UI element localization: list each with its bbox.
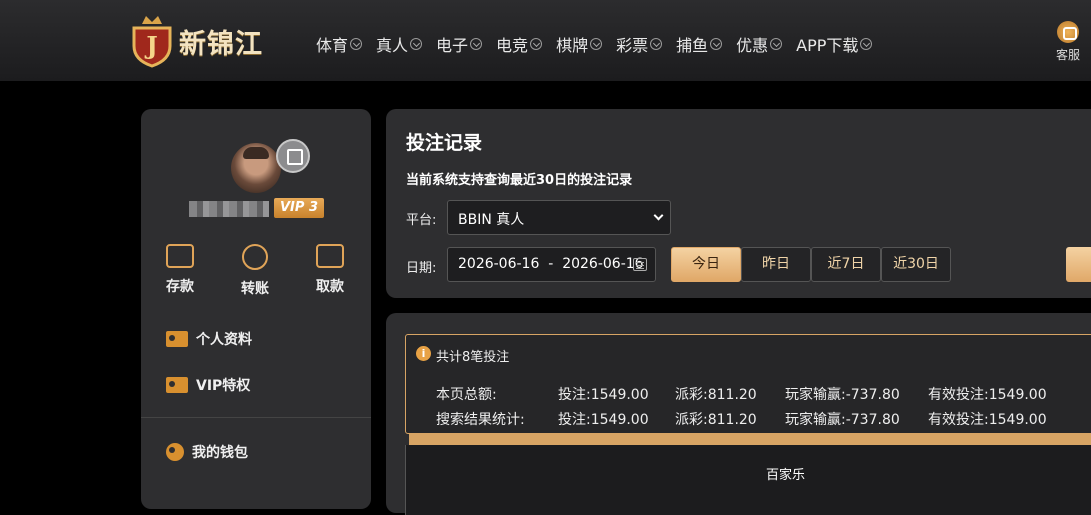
sidebar-item-label: VIP特权: [196, 378, 251, 394]
summary-row-label: 搜索结果统计:: [436, 412, 525, 428]
calendar-icon: [633, 258, 647, 271]
date-range-input[interactable]: 2026-06-16 - 2026-06-16: [447, 247, 656, 282]
summary-valid-bet: 有效投注:1549.00: [928, 412, 1047, 428]
nav-item-esports[interactable]: 电竞: [496, 32, 543, 56]
username-blurred: [189, 201, 269, 217]
chat-icon: [1057, 21, 1079, 43]
withdraw-button[interactable]: 取款: [305, 244, 355, 296]
quick-action-label: 取款: [316, 279, 344, 295]
table-header-game: 百家乐: [766, 468, 806, 483]
summary-payout: 派彩:811.20: [675, 387, 757, 403]
chevron-down-icon: [653, 210, 664, 221]
nav-item-fishing[interactable]: 捕鱼: [676, 32, 723, 56]
sidebar-item-wallet[interactable]: 我的钱包: [166, 442, 248, 462]
account-sidebar: VIP 3 存款 转账 取款 个人资料 VIP特权 我的钱包: [141, 109, 371, 509]
transfer-button[interactable]: 转账: [230, 244, 280, 298]
wallet-icon: [166, 244, 194, 268]
crown-shield-logo-icon: J: [132, 16, 172, 68]
chevron-down-icon: [530, 38, 543, 50]
summary-box: i 共计8笔投注 本页总额: 投注:1549.00 派彩:811.20 玩家输赢…: [405, 334, 1091, 434]
site-logo[interactable]: J 新锦江: [128, 13, 263, 69]
chevron-down-icon: [710, 38, 723, 50]
sidebar-item-profile[interactable]: 个人资料: [166, 329, 252, 349]
quick-action-label: 存款: [166, 279, 194, 295]
bet-results-panel: i 共计8笔投注 本页总额: 投注:1549.00 派彩:811.20 玩家输赢…: [386, 313, 1091, 515]
nav-item-sports[interactable]: 体育: [316, 32, 363, 56]
chevron-down-icon: [770, 38, 783, 50]
info-icon: i: [416, 346, 431, 361]
platform-select[interactable]: BBIN 真人: [447, 200, 671, 235]
main-nav: 体育 真人 电子 电竞 棋牌 彩票 捕鱼 优惠 APP下载: [316, 32, 886, 56]
summary-payout: 派彩:811.20: [675, 412, 757, 428]
nav-label: APP下载: [796, 36, 859, 55]
results-table: 百家乐: [405, 445, 1091, 515]
nav-label: 真人: [376, 36, 409, 55]
customer-service-button[interactable]: 客服: [1052, 21, 1084, 63]
nav-label: 彩票: [616, 36, 649, 55]
vip-badge[interactable]: VIP 3: [274, 198, 324, 218]
svg-text:J: J: [144, 31, 157, 60]
nav-label: 电竞: [496, 36, 529, 55]
nav-item-live[interactable]: 真人: [376, 32, 423, 56]
chevron-down-icon: [590, 38, 603, 50]
edit-profile-icon[interactable]: [276, 139, 310, 173]
nav-item-promotions[interactable]: 优惠: [736, 32, 783, 56]
platform-select-value: BBIN 真人: [458, 212, 525, 228]
top-header: J 新锦江 体育 真人 电子 电竞 棋牌 彩票 捕鱼 优惠 APP下载 客服: [0, 0, 1091, 81]
table-top-bar: [409, 433, 1091, 445]
summary-bet: 投注:1549.00: [558, 387, 649, 403]
last-30-days-button[interactable]: 近30日: [881, 247, 951, 282]
avatar[interactable]: [231, 143, 281, 193]
summary-row-label: 本页总额:: [436, 387, 497, 403]
id-card-icon: [166, 377, 188, 393]
nav-label: 电子: [436, 36, 469, 55]
chevron-down-icon: [350, 38, 363, 50]
service-label: 客服: [1055, 48, 1080, 62]
date-label: 日期:: [406, 261, 437, 276]
deposit-button[interactable]: 存款: [155, 244, 205, 296]
search-button[interactable]: [1066, 247, 1091, 282]
nav-label: 棋牌: [556, 36, 589, 55]
nav-item-slots[interactable]: 电子: [436, 32, 483, 56]
card-icon: [316, 244, 344, 268]
bet-count: 共计8笔投注: [436, 350, 510, 365]
today-button[interactable]: 今日: [671, 247, 741, 282]
id-card-icon: [166, 331, 188, 347]
summary-winloss: 玩家输赢:-737.80: [785, 412, 900, 428]
nav-label: 体育: [316, 36, 349, 55]
page-title: 投注记录: [406, 132, 483, 154]
chevron-down-icon: [860, 38, 873, 50]
sidebar-divider: [141, 417, 371, 418]
summary-valid-bet: 有效投注:1549.00: [928, 387, 1047, 403]
nav-label: 捕鱼: [676, 36, 709, 55]
nav-item-cards[interactable]: 棋牌: [556, 32, 603, 56]
nav-label: 优惠: [736, 36, 769, 55]
chevron-down-icon: [650, 38, 663, 50]
date-range-value: 2026-06-16 - 2026-06-16: [458, 256, 644, 272]
last-7-days-button[interactable]: 近7日: [811, 247, 881, 282]
sidebar-item-vip[interactable]: VIP特权: [166, 375, 250, 395]
transfer-icon: [242, 244, 268, 270]
yesterday-button[interactable]: 昨日: [741, 247, 811, 282]
chevron-down-icon: [470, 38, 483, 50]
sidebar-item-label: 我的钱包: [192, 445, 248, 461]
platform-label: 平台:: [406, 213, 437, 228]
summary-bet: 投注:1549.00: [558, 412, 649, 428]
summary-winloss: 玩家输赢:-737.80: [785, 387, 900, 403]
quick-action-label: 转账: [241, 281, 269, 297]
logo-text: 新锦江: [179, 28, 263, 60]
nav-item-lottery[interactable]: 彩票: [616, 32, 663, 56]
wallet-icon: [166, 443, 184, 461]
chevron-down-icon: [410, 38, 423, 50]
nav-item-app-download[interactable]: APP下载: [796, 32, 873, 56]
bet-record-filter-panel: 投注记录 当前系统支持查询最近30日的投注记录 平台: BBIN 真人 日期: …: [386, 109, 1091, 298]
query-note: 当前系统支持查询最近30日的投注记录: [406, 173, 633, 188]
sidebar-item-label: 个人资料: [196, 332, 252, 348]
